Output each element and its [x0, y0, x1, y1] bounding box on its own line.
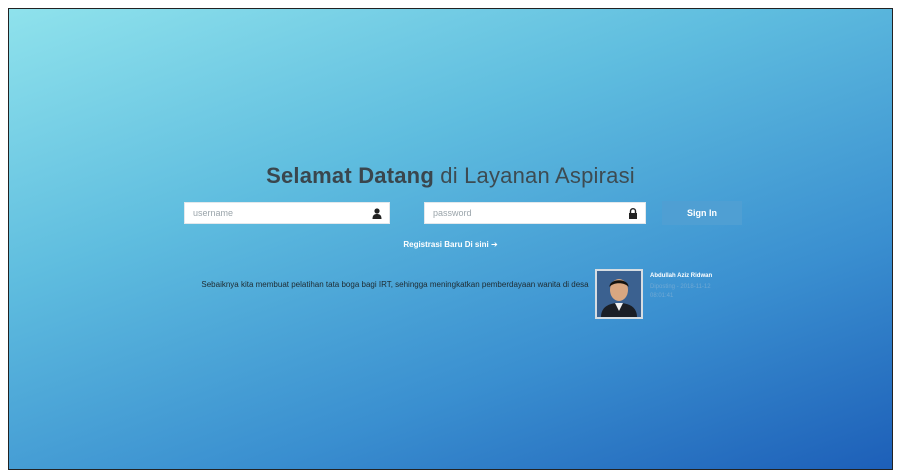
author-name: Abdullah Aziz Ridwan	[650, 273, 713, 279]
sign-in-button[interactable]: Sign In	[662, 201, 742, 225]
page-title: Selamat Datang di Layanan Aspirasi	[9, 163, 892, 189]
page-title-rest: di Layanan Aspirasi	[433, 163, 635, 188]
user-icon	[372, 208, 382, 219]
username-field-wrapper	[184, 202, 390, 224]
author-meta: Diposting - 2018-11-12 08:01:41	[650, 284, 711, 299]
register-link-label: Registrasi Baru Di sini	[403, 240, 489, 249]
aspiration-text: Sebaiknya kita membuat pelatihan tata bo…	[201, 280, 589, 289]
login-panel: Selamat Datang di Layanan Aspirasi Sign …	[8, 8, 893, 470]
author-avatar	[595, 269, 643, 319]
password-field-wrapper	[424, 202, 646, 224]
username-input[interactable]	[185, 203, 389, 223]
register-link[interactable]: Registrasi Baru Di sini ➔	[9, 240, 892, 249]
lock-icon	[629, 208, 637, 219]
password-input[interactable]	[425, 203, 645, 223]
page-title-bold: Selamat Datang	[266, 163, 434, 188]
arrow-right-icon: ➔	[490, 240, 498, 249]
